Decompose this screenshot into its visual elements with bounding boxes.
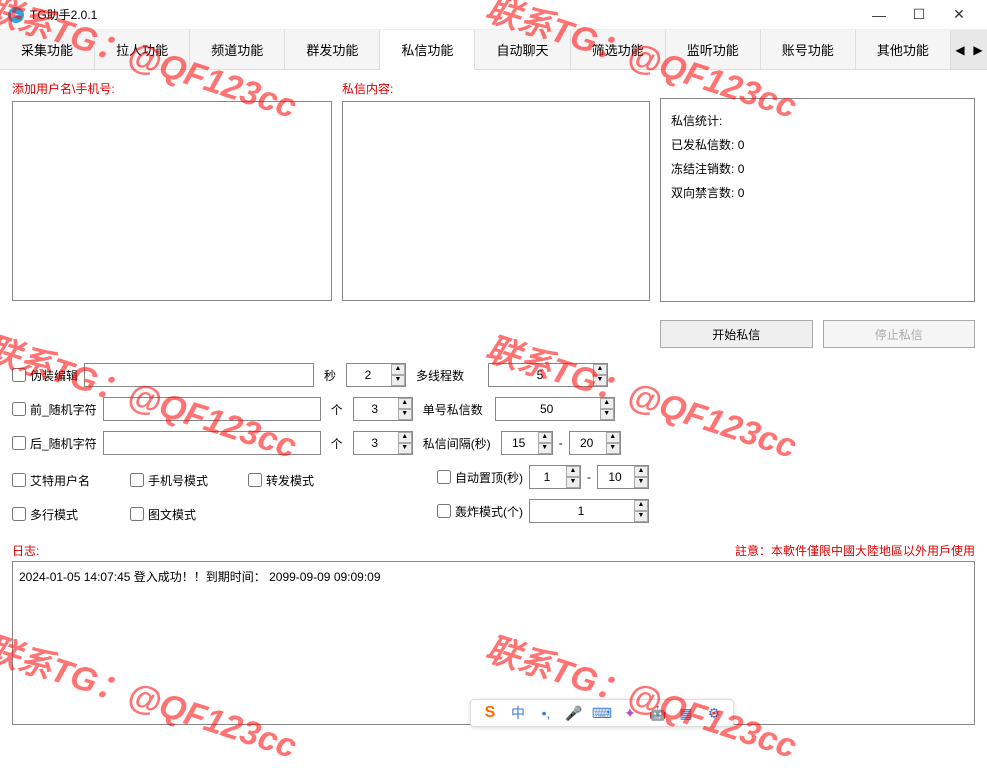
fake-edit-input[interactable] — [84, 363, 314, 387]
forward-mode-checkbox[interactable]: 转发模式 — [248, 472, 314, 489]
interval-max-spinner[interactable]: ▲▼ — [569, 431, 621, 455]
sent-label: 已发私信数: — [671, 138, 734, 152]
frozen-label: 冻结注销数: — [671, 162, 734, 176]
dash-1: - — [559, 436, 563, 450]
pin-max-spinner[interactable]: ▲▼ — [597, 465, 649, 489]
prefix-count-spinner[interactable]: ▲▼ — [353, 397, 413, 421]
frozen-value: 0 — [738, 162, 745, 176]
image-text-checkbox[interactable]: 图文模式 — [130, 506, 196, 523]
tab-group-send[interactable]: 群发功能 — [285, 30, 380, 69]
ime-toolbox-icon[interactable]: ▦ — [677, 704, 695, 722]
fake-edit-checkbox[interactable]: 伪装编辑 — [12, 367, 78, 384]
tabs-scroll-left[interactable]: ◀ — [951, 30, 969, 69]
banned-value: 0 — [738, 186, 745, 200]
bomb-mode-checkbox[interactable]: 轰炸模式(个) — [437, 503, 523, 520]
threads-spinner[interactable]: ▲▼ — [488, 363, 608, 387]
ime-skin-icon[interactable]: ✦ — [621, 704, 639, 722]
banned-label: 双向禁言数: — [671, 186, 734, 200]
suffix-random-input[interactable] — [103, 431, 321, 455]
fake-edit-seconds-spinner[interactable]: ▲▼ — [346, 363, 406, 387]
tabs-scroll-right[interactable]: ▶ — [969, 30, 987, 69]
ime-robot-icon[interactable]: 🤖 — [649, 704, 667, 722]
log-line: 2024-01-05 14:07:45 登入成功！！到期时间： 2099-09-… — [19, 568, 968, 585]
tab-monitor[interactable]: 监听功能 — [666, 30, 761, 69]
suffix-count-spinner[interactable]: ▲▼ — [353, 431, 413, 455]
tab-other[interactable]: 其他功能 — [856, 30, 951, 69]
tab-filter[interactable]: 筛选功能 — [571, 30, 666, 69]
ime-keyboard-icon[interactable]: ⌨ — [593, 704, 611, 722]
ime-sogou-icon[interactable]: S — [481, 704, 499, 722]
per-account-spinner[interactable]: ▲▼ — [495, 397, 615, 421]
stop-pm-button: 停止私信 — [823, 320, 976, 348]
region-warning: 註意：本軟件僅限中國大陸地區以外用戶使用 — [735, 542, 975, 559]
interval-min-spinner[interactable]: ▲▼ — [501, 431, 553, 455]
tab-collect[interactable]: 采集功能 — [0, 30, 95, 69]
auto-pin-checkbox[interactable]: 自动置顶(秒) — [437, 469, 523, 486]
add-users-label: 添加用户名\手机号: — [12, 80, 332, 97]
ime-lang-toggle[interactable]: 中 — [509, 704, 527, 722]
log-label: 日志: — [12, 542, 39, 559]
sec-unit-1: 秒 — [320, 367, 340, 384]
window-titlebar: TG助手2.0.1 — ☐ ✕ — [0, 0, 987, 30]
prefix-random-checkbox[interactable]: 前_随机字符 — [12, 401, 97, 418]
pm-content-textarea[interactable] — [342, 101, 650, 301]
tab-private-msg[interactable]: 私信功能 — [380, 30, 475, 70]
window-minimize-button[interactable]: — — [859, 2, 899, 28]
count-unit-1: 个 — [327, 401, 347, 418]
count-unit-2: 个 — [327, 435, 347, 452]
window-close-button[interactable]: ✕ — [939, 2, 979, 28]
tab-channel[interactable]: 频道功能 — [190, 30, 285, 69]
pm-content-label: 私信内容: — [342, 80, 650, 97]
window-maximize-button[interactable]: ☐ — [899, 2, 939, 28]
app-icon — [8, 7, 24, 23]
multiline-checkbox[interactable]: 多行模式 — [12, 506, 78, 523]
ime-settings-icon[interactable]: ⚙ — [705, 704, 723, 722]
interval-label: 私信间隔(秒) — [419, 435, 495, 452]
threads-label: 多线程数 — [412, 367, 482, 384]
per-account-label: 单号私信数 — [419, 401, 489, 418]
at-user-checkbox[interactable]: 艾特用户名 — [12, 472, 90, 489]
ime-voice-icon[interactable]: 🎤 — [565, 704, 583, 722]
dash-2: - — [587, 470, 591, 484]
tab-account[interactable]: 账号功能 — [761, 30, 856, 69]
sent-value: 0 — [738, 138, 745, 152]
suffix-random-checkbox[interactable]: 后_随机字符 — [12, 435, 97, 452]
prefix-random-input[interactable] — [103, 397, 321, 421]
window-title: TG助手2.0.1 — [30, 6, 859, 23]
tab-invite[interactable]: 拉人功能 — [95, 30, 190, 69]
pin-min-spinner[interactable]: ▲▼ — [529, 465, 581, 489]
main-tabs: 采集功能 拉人功能 频道功能 群发功能 私信功能 自动聊天 筛选功能 监听功能 … — [0, 30, 987, 70]
stats-panel: 私信统计: 已发私信数: 0 冻结注销数: 0 双向禁言数: 0 — [660, 98, 975, 302]
stats-title: 私信统计: — [671, 109, 964, 133]
ime-punct-icon[interactable]: •, — [537, 704, 555, 722]
start-pm-button[interactable]: 开始私信 — [660, 320, 813, 348]
add-users-textarea[interactable] — [12, 101, 332, 301]
phone-mode-checkbox[interactable]: 手机号模式 — [130, 472, 208, 489]
ime-toolbar[interactable]: S 中 •, 🎤 ⌨ ✦ 🤖 ▦ ⚙ — [470, 699, 734, 727]
tab-auto-chat[interactable]: 自动聊天 — [475, 30, 570, 69]
bomb-count-spinner[interactable]: ▲▼ — [529, 499, 649, 523]
